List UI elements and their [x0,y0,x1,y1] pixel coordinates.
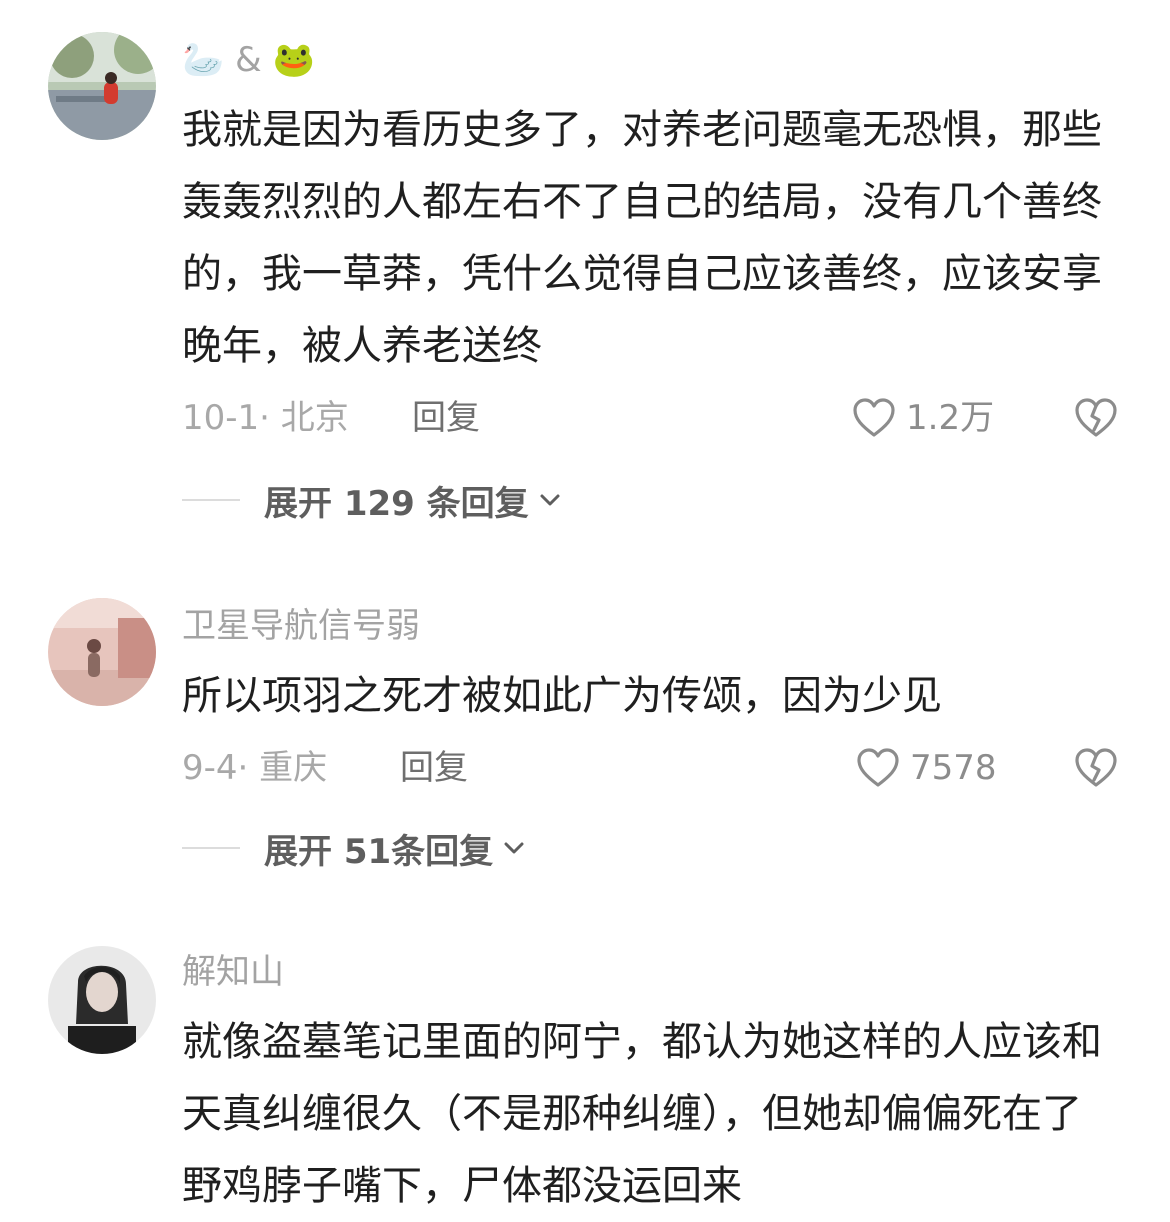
frog-emoji: 🐸 [272,40,315,80]
like-count: 1.2万 [906,398,995,438]
comment-date-location: 10-1· 北京 [182,398,349,438]
comment-username[interactable]: 卫星导航信号弱 [182,606,420,646]
reply-button[interactable]: 回复 [400,748,468,788]
comment-username[interactable]: 🦢 & 🐸 [182,40,315,80]
comment-text: 所以项羽之死才被如此广为传颂，因为少见 [182,673,942,719]
avatar[interactable] [48,32,156,140]
expand-replies-label: 展开 51条回复 [264,831,494,872]
swan-emoji: 🦢 [182,40,225,80]
username-ampersand: & [235,40,262,80]
expand-replies-button[interactable]: 展开 51条回复 [182,826,527,872]
heart-outline-icon [853,398,895,437]
comment-text: 我就是因为看历史多了，对养老问题毫无恐惧，那些轰轰烈烈的人都左右不了自己的结局，… [182,107,1102,369]
broken-heart-icon [1075,398,1117,437]
broken-heart-icon [1075,748,1117,787]
comment-text: 就像盗墓笔记里面的阿宁，都认为她这样的人应该和天真纠缠很久（不是那种纠缠），但她… [182,1019,1102,1209]
avatar-photo-girl-red-dress [48,32,156,140]
heart-outline-icon [857,748,899,787]
dislike-button[interactable] [1072,744,1120,792]
expand-divider [182,499,240,501]
dislike-button[interactable] [1072,394,1120,442]
chevron-down-icon [540,494,560,506]
expand-divider [182,847,240,849]
like-count: 7578 [910,748,997,788]
like-button[interactable]: 7578 [854,744,997,792]
comment-date-location: 9-4· 重庆 [182,748,328,788]
expand-replies-button[interactable]: 展开 129 条回复 [182,478,563,524]
avatar-photo-woman-portrait [48,946,156,1054]
comment-username[interactable]: 解知山 [182,952,284,992]
avatar[interactable] [48,598,156,706]
like-button[interactable]: 1.2万 [850,394,994,442]
reply-button[interactable]: 回复 [412,398,480,438]
avatar-photo-pink-wall [48,598,156,706]
expand-replies-label: 展开 129 条回复 [264,483,529,524]
chevron-down-icon [504,842,524,854]
avatar[interactable] [48,946,156,1054]
